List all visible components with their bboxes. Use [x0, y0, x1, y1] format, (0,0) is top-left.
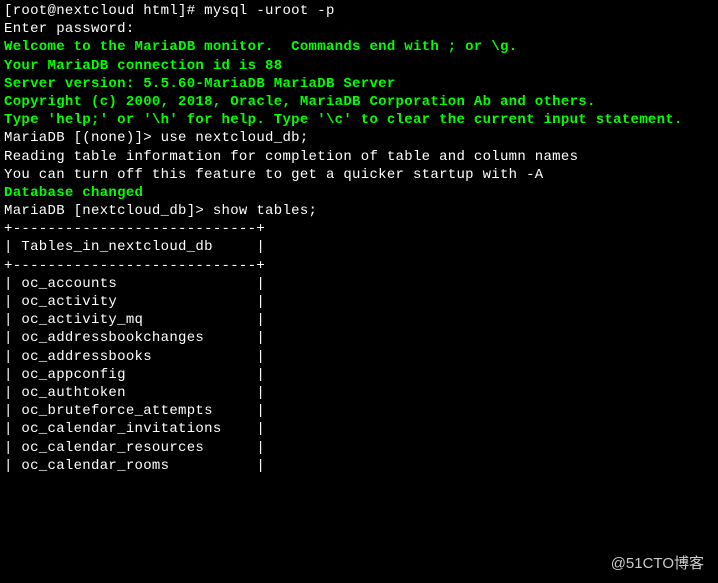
- table-header: | Tables_in_nextcloud_db |: [4, 238, 714, 256]
- table-row: | oc_addressbookchanges |: [4, 329, 714, 347]
- table-row: | oc_addressbooks |: [4, 348, 714, 366]
- help-line: Type 'help;' or '\h' for help. Type '\c'…: [4, 111, 714, 129]
- table-row: | oc_activity |: [4, 293, 714, 311]
- table-border-top: +----------------------------+: [4, 220, 714, 238]
- mariadb-prompt-use[interactable]: MariaDB [(none)]> use nextcloud_db;: [4, 129, 714, 147]
- welcome-line: Welcome to the MariaDB monitor. Commands…: [4, 38, 714, 56]
- mariadb-prompt-show[interactable]: MariaDB [nextcloud_db]> show tables;: [4, 202, 714, 220]
- table-row: | oc_activity_mq |: [4, 311, 714, 329]
- table-row: | oc_appconfig |: [4, 366, 714, 384]
- prompt-command-line[interactable]: [root@nextcloud html]# mysql -uroot -p: [4, 2, 714, 20]
- reading-info-line: Reading table information for completion…: [4, 148, 714, 166]
- terminal-output: [root@nextcloud html]# mysql -uroot -p E…: [4, 2, 714, 475]
- server-version-line: Server version: 5.5.60-MariaDB MariaDB S…: [4, 75, 714, 93]
- table-row: | oc_authtoken |: [4, 384, 714, 402]
- table-row: | oc_accounts |: [4, 275, 714, 293]
- turn-off-line: You can turn off this feature to get a q…: [4, 166, 714, 184]
- password-prompt[interactable]: Enter password:: [4, 20, 714, 38]
- watermark-text: @51CTO博客: [611, 554, 704, 574]
- connection-id-line: Your MariaDB connection id is 88: [4, 57, 714, 75]
- table-row: | oc_bruteforce_attempts |: [4, 402, 714, 420]
- table-border-mid: +----------------------------+: [4, 257, 714, 275]
- copyright-line: Copyright (c) 2000, 2018, Oracle, MariaD…: [4, 93, 714, 111]
- database-changed-line: Database changed: [4, 184, 714, 202]
- table-row: | oc_calendar_resources |: [4, 439, 714, 457]
- table-row: | oc_calendar_invitations |: [4, 420, 714, 438]
- table-row: | oc_calendar_rooms |: [4, 457, 714, 475]
